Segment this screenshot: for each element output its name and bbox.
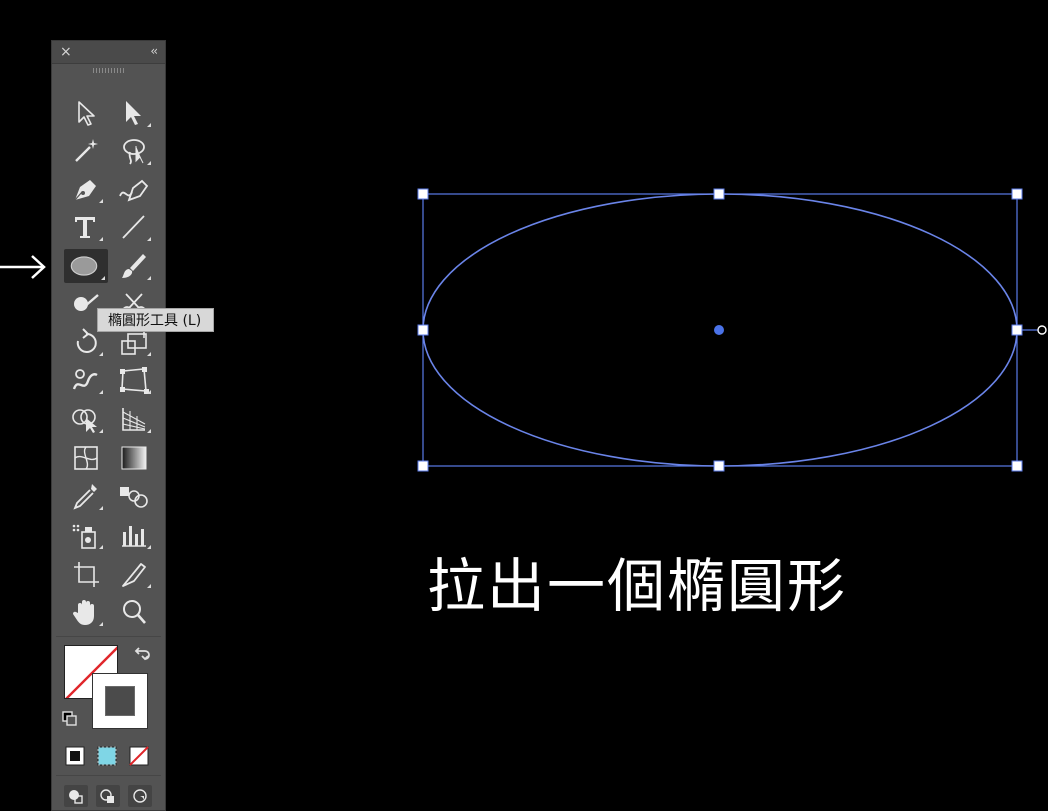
panel-divider	[56, 636, 161, 637]
tool-tooltip: 橢圓形工具 (L)	[97, 308, 215, 332]
mesh-icon	[74, 446, 98, 470]
default-fill-stroke-icon[interactable]	[62, 711, 78, 727]
ellipse-icon	[70, 256, 98, 276]
tool-flyout-marker	[99, 506, 103, 510]
caption-text: 拉出一個橢圓形	[427, 552, 848, 620]
handle-bottom-left[interactable]	[417, 460, 429, 472]
tool-flyout-marker	[99, 545, 103, 549]
pen-tool[interactable]	[66, 172, 106, 206]
perspective-grid-tool[interactable]	[114, 402, 154, 436]
shape-builder-tool[interactable]	[66, 402, 106, 436]
gradient-icon	[121, 446, 147, 470]
blend-tool[interactable]	[114, 479, 154, 513]
draw-inside-button[interactable]	[128, 785, 152, 807]
curvature-pen-icon	[119, 179, 149, 202]
tool-flyout-marker	[99, 429, 103, 433]
panel-divider	[56, 775, 161, 776]
tool-flyout-marker	[101, 276, 105, 280]
curvature-tool[interactable]	[114, 172, 154, 206]
pie-widget-handle[interactable]	[1037, 325, 1047, 335]
tool-flyout-marker	[99, 199, 103, 203]
color-mode-button[interactable]	[64, 745, 86, 767]
draw-normal-icon	[69, 790, 83, 804]
hand-tool[interactable]	[66, 595, 106, 629]
draw-behind-button[interactable]	[96, 785, 120, 807]
tool-flyout-marker	[147, 545, 151, 549]
draw-inside-icon	[133, 789, 147, 803]
panel-grip[interactable]	[93, 68, 125, 73]
mesh-tool[interactable]	[66, 441, 106, 475]
handle-middle-left[interactable]	[417, 324, 429, 336]
handle-bottom-right[interactable]	[1011, 460, 1023, 472]
gradient-swatch-icon	[97, 746, 117, 766]
collapse-icon[interactable]: ‹‹	[150, 42, 157, 60]
tool-flyout-marker	[99, 352, 103, 356]
tool-flyout-marker	[99, 237, 103, 241]
artboard-icon	[74, 562, 99, 587]
tool-flyout-marker	[147, 352, 151, 356]
swap-fill-stroke-icon[interactable]	[132, 645, 152, 669]
tool-flyout-marker	[147, 390, 151, 394]
none-mode-button[interactable]	[128, 745, 150, 767]
gradient-tool[interactable]	[114, 441, 154, 475]
lasso-tool[interactable]	[114, 134, 154, 168]
eyedropper-tool[interactable]	[66, 479, 106, 513]
paintbrush-tool[interactable]	[114, 249, 154, 283]
tool-flyout-marker	[99, 390, 103, 394]
handle-top-right[interactable]	[1011, 188, 1023, 200]
handle-bottom-center[interactable]	[713, 460, 725, 472]
close-icon[interactable]: ×	[60, 43, 72, 61]
handle-top-center[interactable]	[713, 188, 725, 200]
ellipse-tool[interactable]	[64, 249, 108, 283]
selection-tool[interactable]	[66, 96, 106, 130]
tool-flyout-marker	[147, 584, 151, 588]
line-segment-tool[interactable]	[114, 210, 154, 244]
draw-behind-icon	[100, 789, 114, 803]
magic-wand-tool[interactable]	[66, 134, 106, 168]
none-swatch-icon	[129, 746, 149, 766]
tools-panel: × ‹‹	[51, 40, 166, 811]
selection-arrow-icon	[78, 101, 95, 126]
direct-selection-tool[interactable]	[114, 96, 154, 130]
zoom-tool[interactable]	[114, 595, 154, 629]
magic-wand-icon	[75, 139, 98, 162]
tool-flyout-marker	[147, 161, 151, 165]
center-point[interactable]	[714, 325, 724, 335]
pointer-arrow-icon	[0, 255, 46, 279]
tools-panel-header[interactable]: × ‹‹	[52, 41, 165, 64]
tool-flyout-marker	[147, 237, 151, 241]
free-transform-tool[interactable]	[114, 363, 154, 397]
tool-flyout-marker	[147, 123, 151, 127]
handle-top-left[interactable]	[417, 188, 429, 200]
handle-middle-right[interactable]	[1011, 324, 1023, 336]
tool-flyout-marker	[147, 429, 151, 433]
zoom-icon	[123, 600, 146, 624]
symbol-sprayer-tool[interactable]	[66, 518, 106, 552]
stroke-swatch[interactable]	[92, 673, 148, 729]
artboard-tool[interactable]	[66, 557, 106, 591]
gradient-mode-button[interactable]	[96, 745, 118, 767]
slice-tool[interactable]	[114, 557, 154, 591]
tool-flyout-marker	[147, 276, 151, 280]
type-tool[interactable]	[66, 210, 106, 244]
blend-icon	[120, 487, 148, 508]
solid-color-icon	[65, 746, 85, 766]
warp-tool[interactable]	[66, 363, 106, 397]
draw-normal-button[interactable]	[64, 785, 88, 807]
column-graph-tool[interactable]	[114, 518, 154, 552]
tool-flyout-marker	[99, 622, 103, 626]
